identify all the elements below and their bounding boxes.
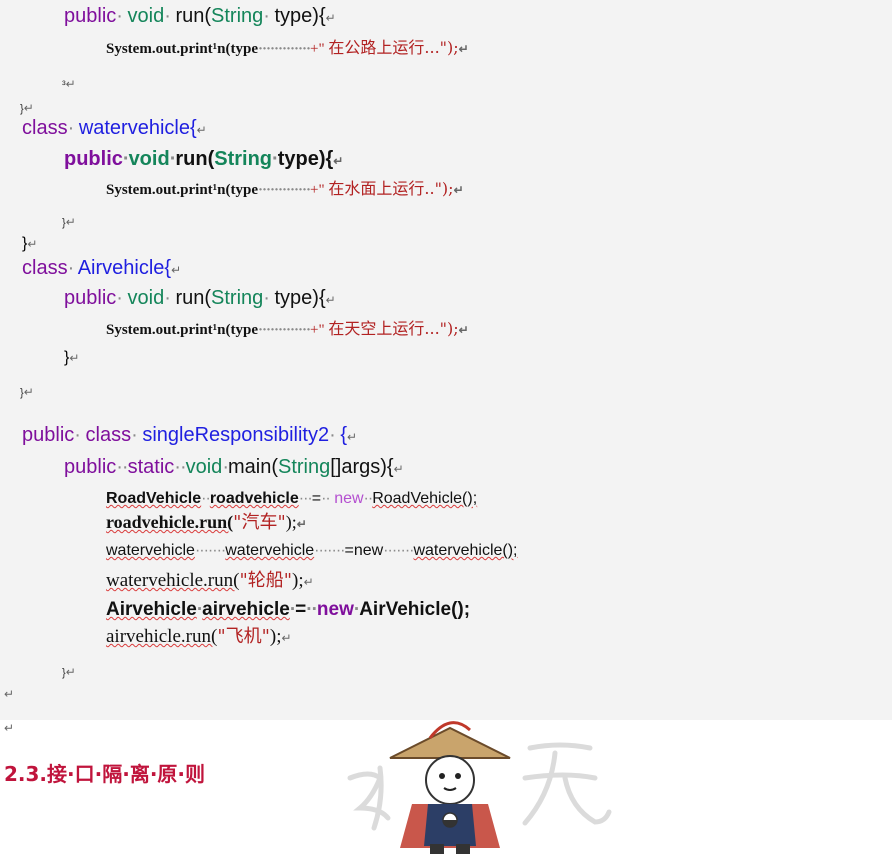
code-line-5: class· watervehicle{↵ — [22, 117, 207, 139]
string-literal: "汽车" — [233, 512, 286, 533]
method-run: run( — [175, 148, 215, 170]
call-end: ); — [285, 512, 297, 532]
keyword-void: void — [127, 5, 165, 27]
call-end: ); — [292, 570, 304, 591]
code-line-16: public··static··void·main(String[]args){… — [64, 456, 404, 478]
keyword-void: void — [128, 148, 170, 170]
code-line-21: Airvehicle·airvehicle·=··new·AirVehicle(… — [106, 599, 471, 620]
code-line-1: public· void· run(String· type){↵ — [64, 5, 336, 27]
code-line-10: class· Airvehicle{↵ — [22, 257, 182, 279]
keyword-public: public — [22, 424, 75, 446]
code-line-19: watervehicle·······watervehicle·······=n… — [106, 542, 518, 559]
param-args: []args){ — [330, 456, 394, 478]
keyword-public: public — [64, 456, 117, 478]
code-line-3: ³↵ — [62, 77, 76, 91]
opening-brace: { — [340, 424, 348, 446]
constructor-call: watervehicle(); — [413, 542, 518, 559]
string-literal: "轮船" — [239, 570, 293, 591]
var-airvehicle: airvehicle — [202, 599, 290, 620]
keyword-void: void — [185, 456, 223, 478]
assign-new: =new — [344, 542, 384, 559]
code-line-23: }↵ — [62, 665, 76, 679]
method-run: run( — [175, 5, 212, 27]
keyword-class: class — [22, 257, 68, 279]
code-line-17: RoadVehicle··roadvehicle···=·· new··Road… — [106, 490, 478, 507]
string-literal: 在天空上运行..."); — [328, 319, 459, 338]
keyword-class: class — [22, 117, 68, 139]
type-string: String — [214, 148, 273, 170]
constructor-call: RoadVehicle(); — [372, 490, 478, 507]
code-line-6: public·void·run(String·type){↵ — [64, 148, 344, 170]
constructor-call: AirVehicle(); — [359, 599, 471, 620]
plus-operator: +" — [310, 322, 325, 338]
type-string: String — [211, 287, 264, 309]
paragraph-mark: ↵ — [4, 721, 15, 735]
var-roadvehicle: roadvehicle — [209, 490, 299, 507]
method-call: airvehicle.run( — [106, 626, 218, 647]
param-type: type){ — [274, 287, 326, 309]
section-heading: 2.3.接·口·隔·离·原·则 — [4, 762, 206, 786]
code-line-18: roadvehicle.run("汽车");↵ — [106, 512, 307, 533]
code-line-11: public· void· run(String· type){↵ — [64, 287, 336, 309]
assign-operator: = — [311, 490, 322, 507]
class-name: watervehicle{ — [78, 117, 197, 139]
string-literal: 在水面上运行.."); — [328, 179, 454, 198]
call-end: ); — [269, 626, 282, 647]
code-line-7: System.out.print¹n(type·············+" 在… — [106, 179, 464, 198]
println-call: System.out.print¹n(type — [106, 41, 258, 57]
code-line-12: System.out.print¹n(type·············+" 在… — [106, 319, 469, 338]
watermark-logo — [347, 721, 612, 854]
plus-operator: +" — [310, 182, 325, 198]
keyword-public: public — [64, 287, 117, 309]
var-watervehicle: watervehicle — [225, 542, 315, 559]
param-type: type){ — [277, 148, 334, 170]
assign-operator: = — [295, 599, 307, 620]
keyword-static: static — [127, 456, 175, 478]
class-name: Airvehicle{ — [77, 257, 172, 279]
code-line-15: public· class· singleResponsibility2· {↵ — [22, 424, 358, 446]
type-string: String — [211, 5, 264, 27]
println-call: System.out.print¹n(type — [106, 322, 258, 338]
code-line-9: }↵ — [22, 235, 38, 252]
class-name: singleResponsibility2 — [142, 424, 330, 446]
code-line-13: }↵ — [64, 349, 80, 366]
paragraph-mark: ↵ — [4, 687, 15, 701]
code-line-20: watervehicle.run("轮船");↵ — [106, 570, 314, 591]
code-line-2: System.out.print¹n(type·············+" 在… — [106, 38, 469, 57]
type-watervehicle: watervehicle — [106, 542, 195, 559]
keyword-public: public — [64, 148, 123, 170]
keyword-void: void — [127, 287, 165, 309]
keyword-public: public — [64, 5, 117, 27]
type-roadvehicle: RoadVehicle — [106, 490, 202, 507]
keyword-new: new — [316, 599, 354, 620]
code-line-14: }↵ — [20, 385, 34, 399]
method-call: roadvehicle.run( — [106, 512, 234, 532]
param-type: type){ — [274, 5, 326, 27]
method-main: main( — [227, 456, 278, 478]
method-call: watervehicle.run( — [106, 570, 240, 591]
string-literal: 在公路上运行..."); — [328, 38, 459, 57]
method-run: run( — [175, 287, 212, 309]
string-literal: "飞机" — [217, 626, 270, 647]
keyword-new: new — [334, 490, 364, 507]
plus-operator: +" — [310, 41, 325, 57]
code-line-4: }↵ — [20, 101, 34, 115]
code-line-22: airvehicle.run("飞机");↵ — [106, 626, 292, 647]
type-string: String — [278, 456, 331, 478]
println-call: System.out.print¹n(type — [106, 182, 258, 198]
code-line-8: }↵ — [62, 215, 76, 229]
type-airvehicle: Airvehicle — [106, 599, 197, 620]
keyword-class: class — [85, 424, 132, 446]
